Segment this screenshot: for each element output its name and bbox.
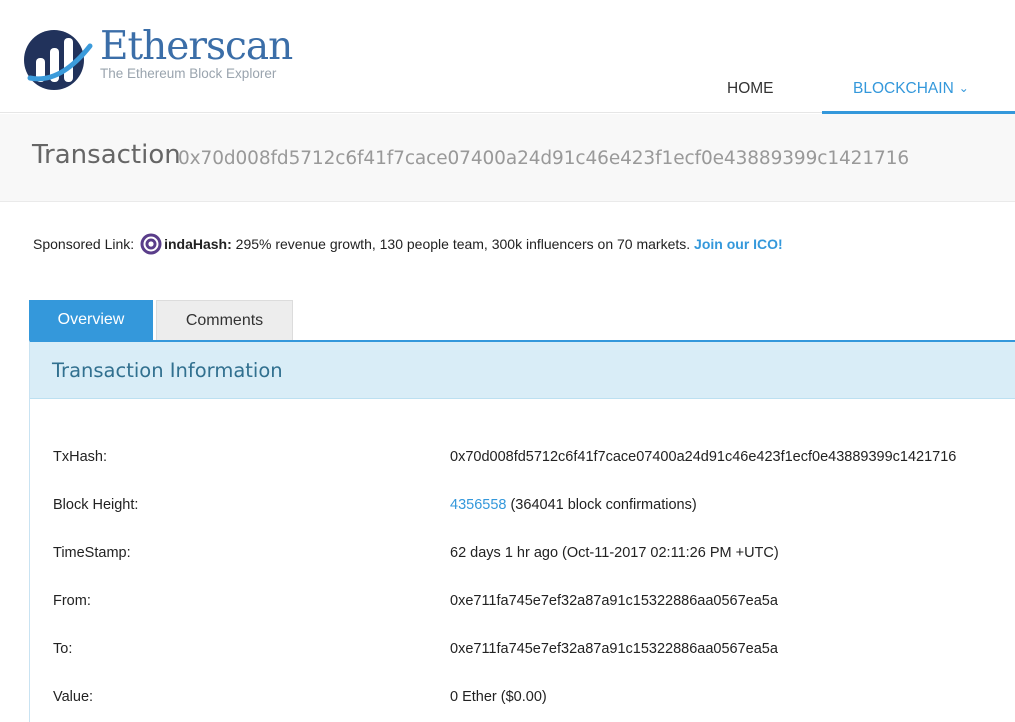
chevron-down-icon: ⌄ <box>958 81 969 95</box>
row-value: Value: 0 Ether ($0.00) <box>53 689 1013 709</box>
nav-home[interactable]: HOME <box>727 80 774 98</box>
row-to: To: 0xe711fa745e7ef32a87a91c15322886aa05… <box>53 641 1013 661</box>
panel-header: Transaction Information <box>30 342 1015 399</box>
transaction-hash-title: 0x70d008fd5712c6f41f7cace07400a24d91c46e… <box>178 148 910 169</box>
row-from: From: 0xe711fa745e7ef32a87a91c15322886aa… <box>53 593 1013 613</box>
block-confirmations: (364041 block confirmations) <box>506 497 697 513</box>
tab-comments[interactable]: Comments <box>156 300 293 341</box>
transaction-info-panel: Transaction Information TxHash: 0x70d008… <box>29 340 1015 722</box>
row-txhash: TxHash: 0x70d008fd5712c6f41f7cace07400a2… <box>53 449 1013 469</box>
site-header: Etherscan The Ethereum Block Explorer HO… <box>0 0 1015 114</box>
block-number-link[interactable]: 4356558 <box>450 497 506 513</box>
page-title-band: Transaction 0x70d008fd5712c6f41f7cace074… <box>0 114 1015 202</box>
brand-name: Etherscan <box>100 24 293 69</box>
from-address-link[interactable]: 0xe711fa745e7ef32a87a91c15322886aa0567ea… <box>450 593 778 609</box>
timestamp-label: TimeStamp: <box>53 545 131 561</box>
sponsored-prefix: Sponsored Link: <box>33 236 135 252</box>
txhash-value: 0x70d008fd5712c6f41f7cace07400a24d91c46e… <box>450 449 957 465</box>
value-amount: 0 Ether ($0.00) <box>450 689 547 705</box>
page-title: Transaction <box>32 140 181 170</box>
nav-blockchain-label: BLOCKCHAIN <box>853 80 954 97</box>
main-nav: HOME BLOCKCHAIN ⌄ <box>0 76 1015 114</box>
sponsor-brand: indaHash: <box>164 236 232 252</box>
panel-title: Transaction Information <box>52 359 283 382</box>
to-address-link[interactable]: 0xe711fa745e7ef32a87a91c15322886aa0567ea… <box>450 641 778 657</box>
tab-overview[interactable]: Overview <box>29 300 153 341</box>
indahash-logo-icon <box>140 233 162 255</box>
sponsored-link: Sponsored Link: indaHash: 295% revenue g… <box>33 233 783 255</box>
sponsor-text: 295% revenue growth, 130 people team, 30… <box>231 236 695 252</box>
row-timestamp: TimeStamp: 62 days 1 hr ago (Oct-11-2017… <box>53 545 1013 565</box>
block-height-label: Block Height: <box>53 497 139 513</box>
to-label: To: <box>53 641 73 657</box>
row-block-height: Block Height: 4356558 (364041 block conf… <box>53 497 1013 517</box>
sponsor-cta-link[interactable]: Join our ICO! <box>694 236 783 252</box>
value-label: Value: <box>53 689 94 705</box>
from-label: From: <box>53 593 91 609</box>
nav-blockchain[interactable]: BLOCKCHAIN ⌄ <box>853 80 969 98</box>
block-height-value: 4356558 (364041 block confirmations) <box>450 497 697 513</box>
txhash-label: TxHash: <box>53 449 107 465</box>
timestamp-value: 62 days 1 hr ago (Oct-11-2017 02:11:26 P… <box>450 545 779 561</box>
